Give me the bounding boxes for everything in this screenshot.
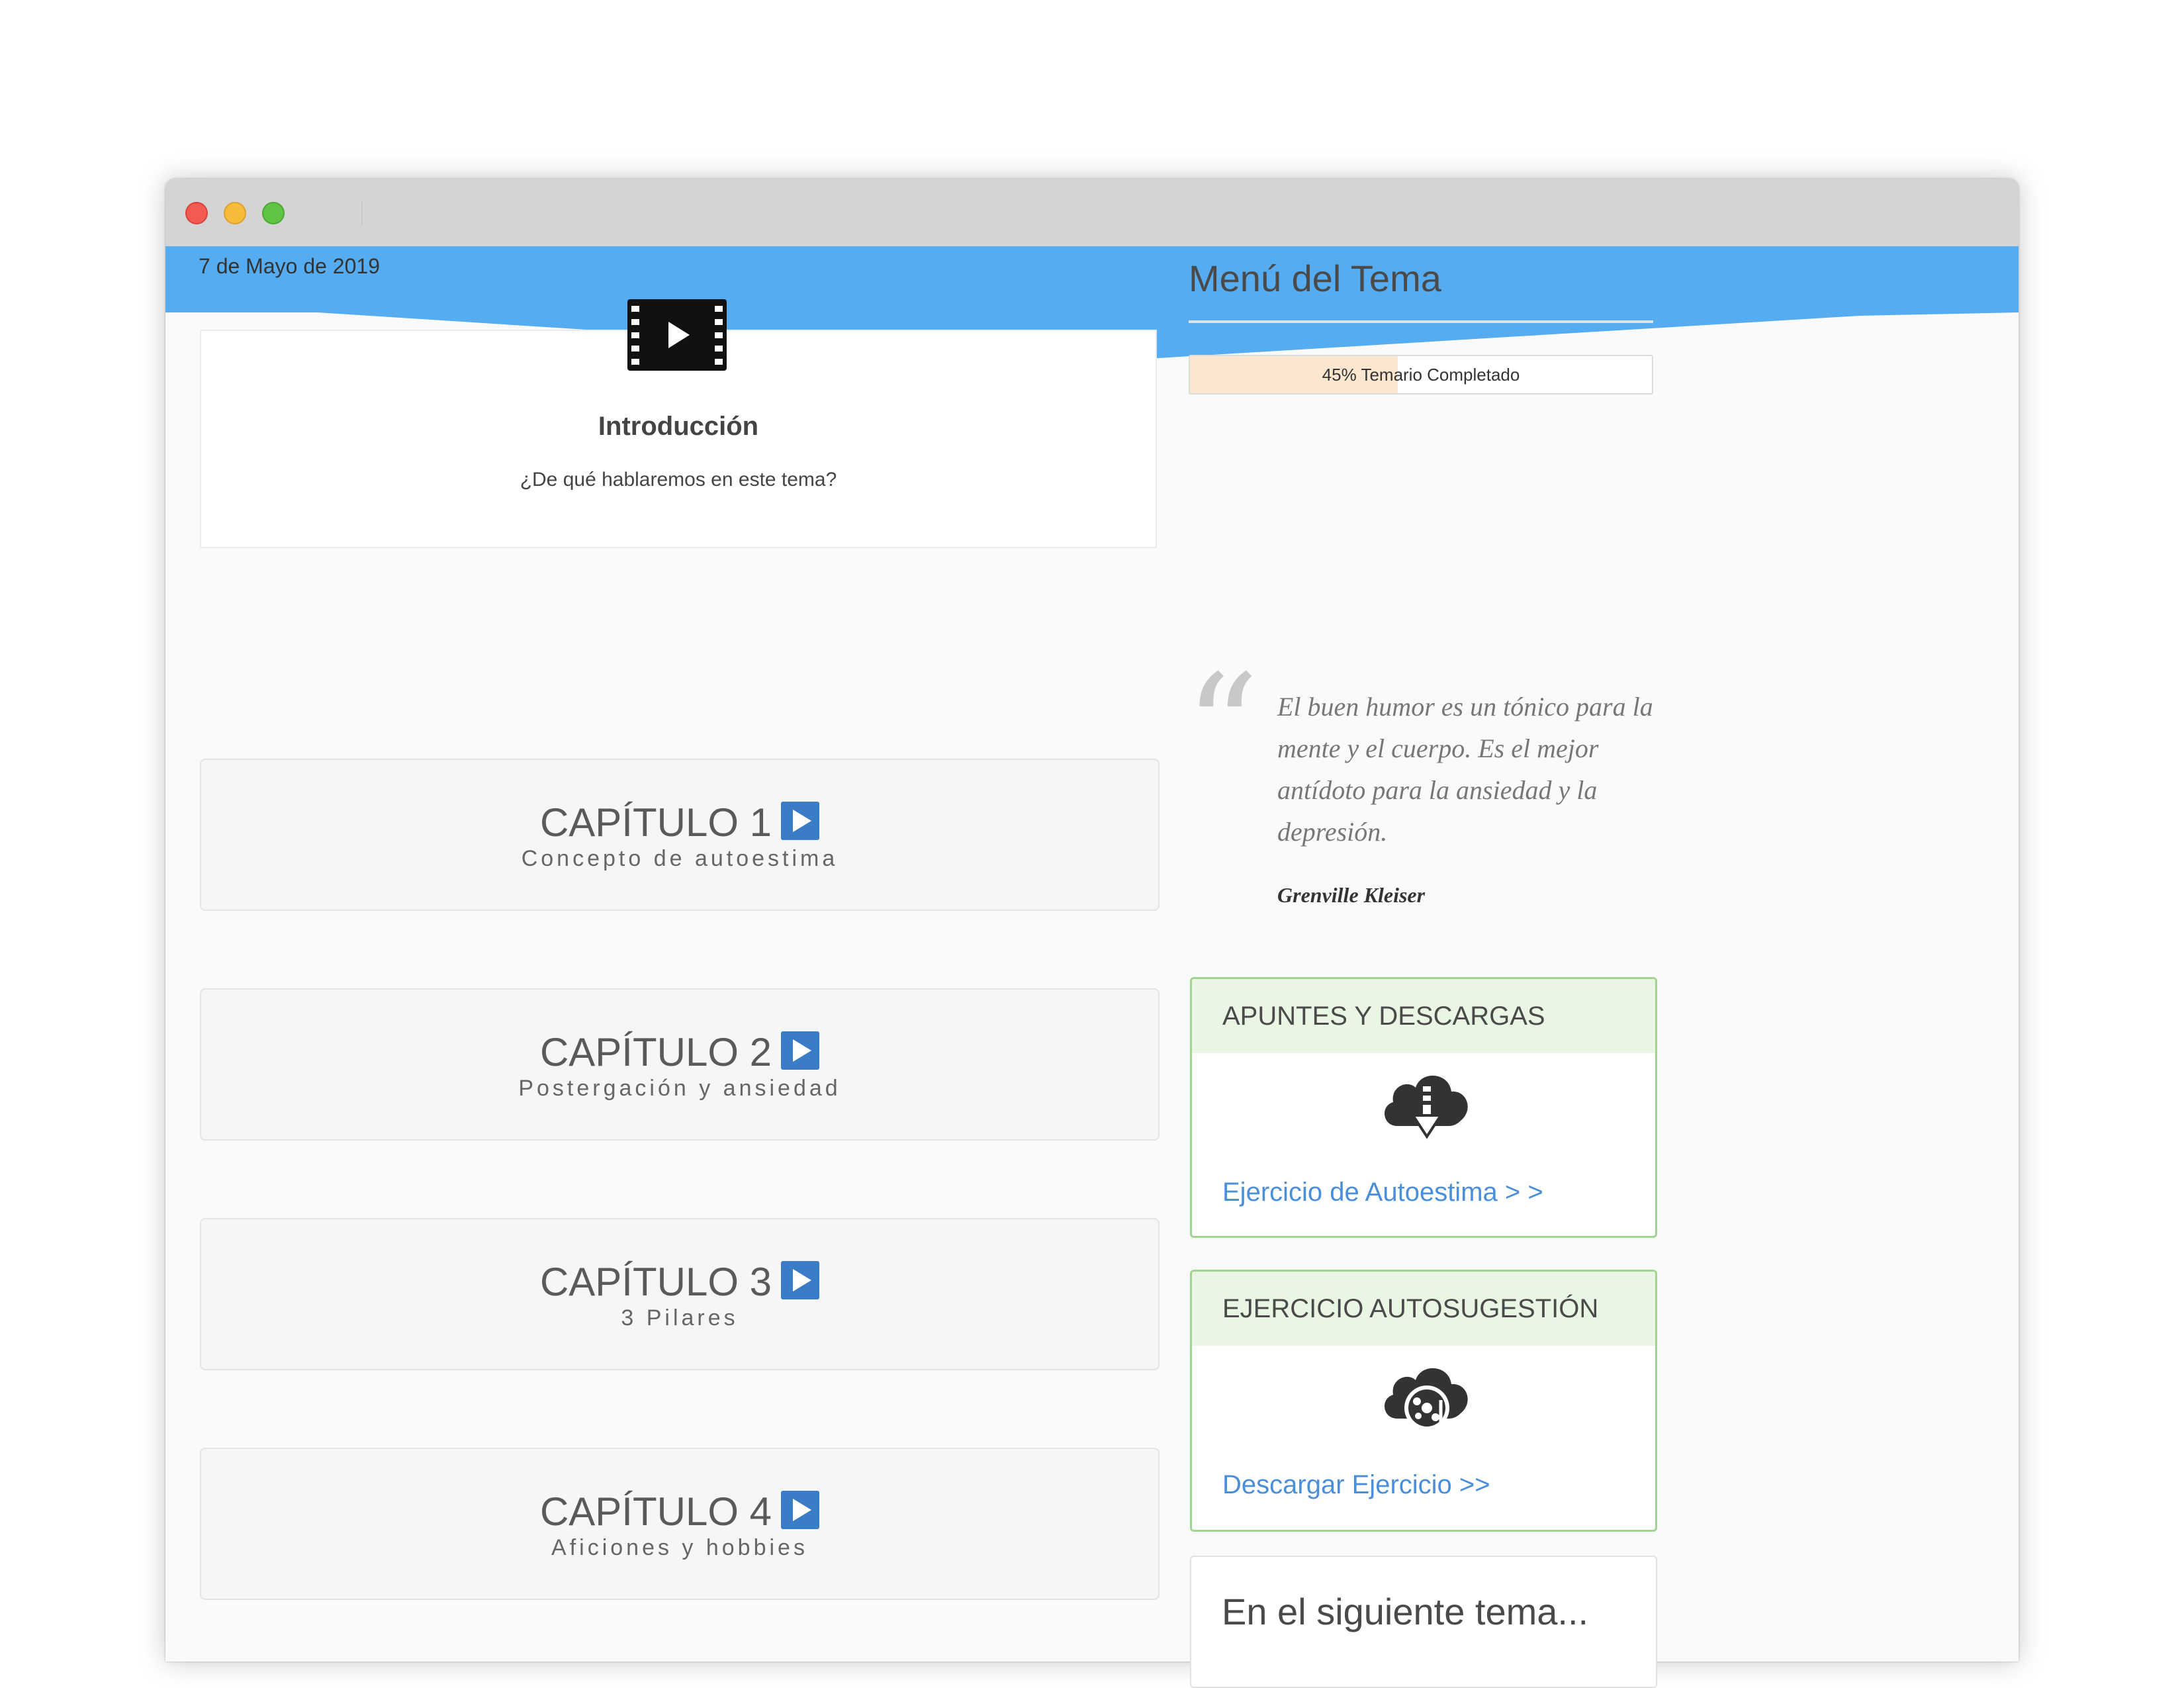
minimize-window-button[interactable]	[224, 202, 246, 224]
play-icon	[781, 1261, 820, 1299]
next-topic-title: En el siguiente tema...	[1222, 1591, 1589, 1632]
quote-author: Grenville Kleiser	[1277, 883, 1426, 907]
autoestima-exercise-link[interactable]: Ejercicio de Autoestima > >	[1222, 1178, 1543, 1207]
chapter-1-card[interactable]: CAPÍTULO 1 Concepto de autoestima	[200, 759, 1160, 911]
maximize-window-button[interactable]	[262, 202, 285, 224]
progress-bar: 45% Temario Completado	[1189, 355, 1653, 395]
notes-downloads-panel: APUNTES Y DESCARGAS Ejercicio de Autoest…	[1190, 977, 1657, 1238]
play-icon	[781, 802, 820, 840]
chapter-subtitle: 3 Pilares	[621, 1305, 739, 1331]
cloud-download-icon	[1385, 1075, 1468, 1139]
chapter-subtitle: Postergación y ansiedad	[518, 1076, 841, 1101]
chapter-3-card[interactable]: CAPÍTULO 3 3 Pilares	[200, 1218, 1160, 1370]
chapter-2-card[interactable]: CAPÍTULO 2 Postergación y ansiedad	[200, 988, 1160, 1141]
cloud-music-icon	[1385, 1368, 1468, 1432]
titlebar-divider	[361, 201, 363, 225]
panel-title: EJERCICIO AUTOSUGESTIÓN	[1192, 1272, 1655, 1346]
autosuggestion-exercise-panel: EJERCICIO AUTOSUGESTIÓN Descargar Ejerci…	[1190, 1270, 1657, 1532]
chapter-subtitle: Concepto de autoestima	[521, 846, 839, 871]
play-icon	[781, 1031, 820, 1070]
chapter-subtitle: Aficiones y hobbies	[551, 1535, 808, 1560]
chapter-title: CAPÍTULO 4	[201, 1490, 1158, 1534]
chapter-4-card[interactable]: CAPÍTULO 4 Aficiones y hobbies	[200, 1448, 1160, 1600]
quote-mark-icon: “	[1185, 643, 1259, 813]
next-topic-panel[interactable]: En el siguiente tema...	[1190, 1556, 1657, 1688]
window-titlebar	[165, 179, 2019, 246]
panel-title: APUNTES Y DESCARGAS	[1192, 979, 1655, 1053]
quote-text: El buen humor es un tónico para la mente…	[1277, 692, 1653, 847]
close-window-button[interactable]	[185, 202, 208, 224]
intro-title: Introducción	[598, 412, 759, 441]
progress-label: 45% Temario Completado	[1322, 365, 1520, 385]
chapter-title: CAPÍTULO 1	[201, 801, 1158, 845]
download-exercise-link[interactable]: Descargar Ejercicio >>	[1222, 1470, 1490, 1500]
chapter-title: CAPÍTULO 2	[201, 1031, 1158, 1074]
post-date: 7 de Mayo de 2019	[199, 254, 380, 278]
chapter-title: CAPÍTULO 3	[201, 1260, 1158, 1304]
play-icon	[781, 1491, 820, 1529]
topic-menu-divider	[1189, 320, 1653, 323]
film-play-icon	[627, 299, 727, 371]
topic-menu-title: Menú del Tema	[1189, 258, 1441, 299]
intro-subtitle: ¿De qué hablaremos en este tema?	[520, 469, 837, 491]
